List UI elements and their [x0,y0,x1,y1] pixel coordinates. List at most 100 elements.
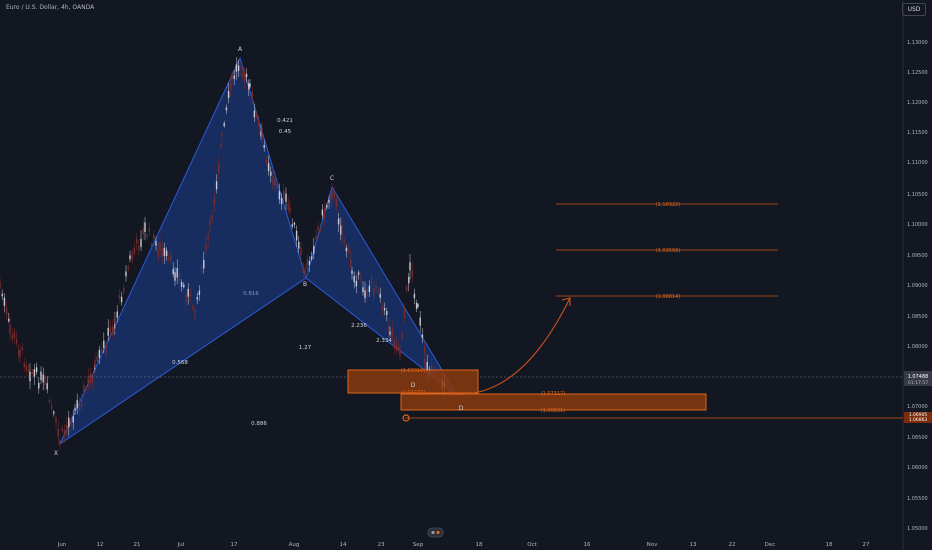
time-tick-label: Nov [647,542,658,548]
price-axis[interactable]: 1.13000 1.12500 1.12000 1.11500 1.11000 1.105… [907,40,928,532]
candle-body [207,236,209,241]
candle-body [114,317,116,325]
candle-body [38,382,40,389]
time-axis[interactable]: Jun 12 21 Jul 17 Aug 14 23 Sep 18 Oct 16 Nov 13 22 Dec 1… [57,542,870,548]
candle-body [68,417,70,428]
candle-body [255,113,258,117]
price-tick-label: 1.10500 [907,192,928,198]
candle-body [83,385,85,392]
candle-body [340,225,342,235]
price-tick-label: 1.05000 [907,526,928,532]
candle-body [211,215,213,219]
candle-body [355,280,358,287]
candle-body [267,163,270,172]
ratio-label-3: 0.816 [243,291,259,297]
candle-body [360,276,362,280]
candle-body [29,371,31,382]
zone-label-3: (1.07317) [541,391,566,397]
candle-body [70,420,72,427]
candle-body [417,304,419,307]
candle-body [328,199,330,203]
candle-body [403,308,406,318]
candle-body [50,405,53,410]
candle-body [170,255,172,262]
candle-body [357,272,360,275]
candle-body [251,91,253,99]
candle-body [21,347,23,350]
currency-button[interactable]: USD [902,3,926,16]
candle-body [123,287,125,293]
candle-body [373,288,375,297]
candle-body [405,286,408,291]
chart-canvas[interactable]: 1.13000 1.12500 1.12000 1.11500 1.11000 1.105… [0,0,932,550]
pattern-triangle-bcd [305,185,458,396]
candle-body [331,190,333,200]
ratio-label-4: 0.568 [172,360,188,366]
candle-body [1,293,3,297]
target-label-3: (1.08814) [656,294,681,300]
current-price-value: 1.07488 [908,374,929,380]
candle-body [347,248,350,253]
candle-body [129,255,131,260]
candle-body [63,429,66,436]
candle-body [91,377,94,384]
candle-body [11,334,13,339]
candle-body [200,266,203,270]
tv-logo-dot2-icon [436,530,440,535]
candle-body [159,242,161,251]
candle-body [150,243,153,247]
candle-body [138,245,140,250]
candle-body [98,349,101,358]
candle-body [350,259,352,267]
candle-body [306,259,308,270]
point-label-x: X [54,450,58,457]
candle-body [379,293,381,298]
candle-body [46,383,48,390]
candle-body [343,239,345,243]
candle-body [198,290,201,296]
ratio-label-6: 2.236 [351,323,367,329]
candle-body [319,229,321,232]
support-price-value-2: 1.06863 [909,417,928,423]
candle-body [72,416,74,423]
candle-body [424,358,426,368]
candle-body [205,243,207,251]
candle-body [399,349,401,357]
candle-body [187,288,189,297]
candle-body [326,205,328,208]
candle-body [245,73,248,77]
candle-body [209,220,211,226]
zone-label-1: (1.07316) [401,368,426,374]
candle-body [183,284,185,288]
candle-body [178,273,181,282]
candle-body [85,387,87,390]
tv-logo-dot-icon [431,530,435,535]
candle-body [280,197,283,205]
time-tick-label: 14 [340,542,347,548]
time-tick-label: 17 [231,542,238,548]
candle-body [401,334,403,339]
candle-body [308,260,311,266]
candle-body [131,253,133,261]
candle-body [323,208,326,218]
tv-logo-icon [427,527,444,538]
candle-body [3,297,6,306]
candle-body [415,302,418,309]
candle-body [283,190,285,200]
candle-body [391,328,393,337]
candle-body [235,64,238,72]
target-label-2: (1.09568) [656,248,681,254]
candle-body [215,181,218,190]
point-label-a: A [238,46,243,53]
candle-body [0,281,1,289]
candle-body [172,268,174,275]
candle-body [423,347,426,354]
candle-body [291,224,293,227]
candle-body [389,331,391,335]
candle-body [388,325,390,333]
price-tick-label: 1.09000 [907,283,928,289]
candle-body [109,327,112,332]
candle-body [337,218,340,225]
candle-body [74,407,76,411]
time-tick-label: Oct [527,542,537,548]
